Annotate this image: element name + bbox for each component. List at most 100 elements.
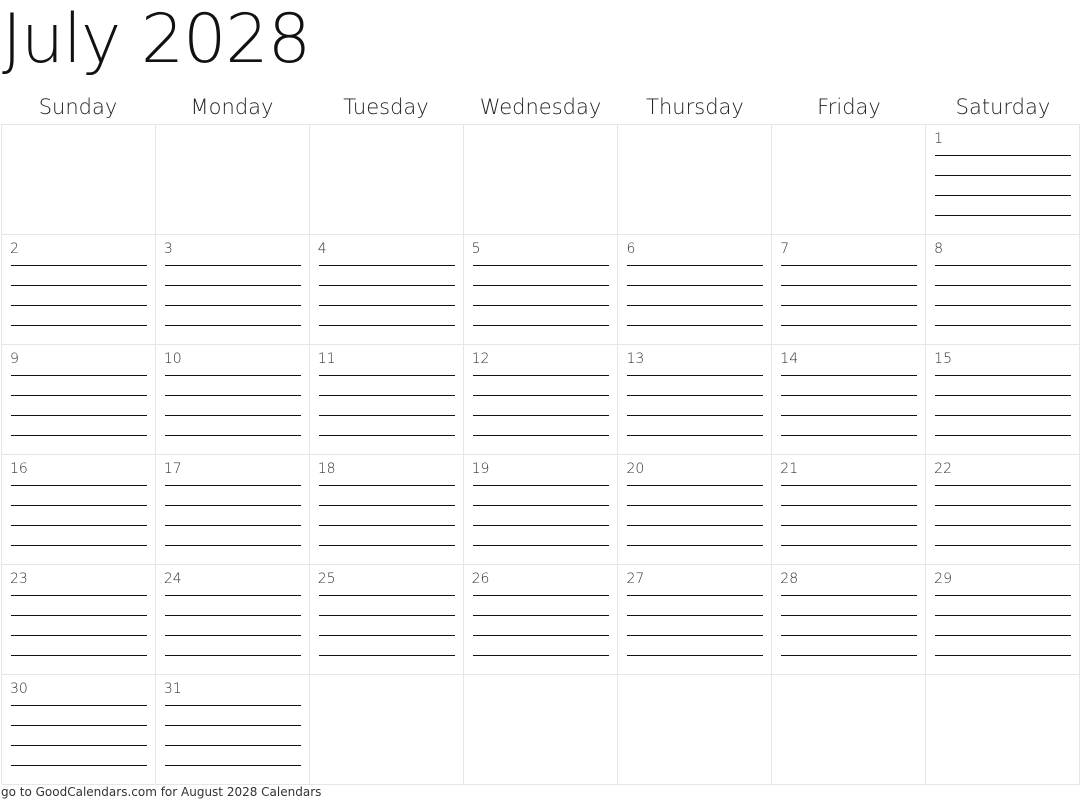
writing-line bbox=[472, 285, 610, 286]
day-cell[interactable]: 24 bbox=[155, 565, 310, 675]
day-cell[interactable]: 30 bbox=[2, 675, 156, 785]
writing-line bbox=[318, 265, 455, 266]
day-number: 7 bbox=[780, 241, 790, 257]
weekday-wednesday: Wednesday bbox=[479, 95, 602, 119]
writing-line bbox=[935, 485, 1072, 486]
writing-line bbox=[11, 485, 147, 486]
writing-line bbox=[318, 395, 455, 396]
writing-line bbox=[472, 395, 610, 396]
day-number: 22 bbox=[934, 461, 952, 477]
writing-line bbox=[627, 525, 764, 526]
empty-cell bbox=[309, 125, 464, 235]
day-cell[interactable]: 3 bbox=[155, 235, 310, 345]
day-cell[interactable]: 19 bbox=[463, 455, 619, 565]
day-cell[interactable]: 29 bbox=[926, 565, 1081, 675]
writing-line bbox=[318, 325, 455, 326]
empty-cell bbox=[772, 125, 927, 235]
writing-line bbox=[935, 265, 1072, 266]
writing-line bbox=[627, 395, 764, 396]
writing-line bbox=[781, 525, 918, 526]
writing-line bbox=[472, 375, 610, 376]
writing-line bbox=[11, 615, 147, 616]
writing-line bbox=[318, 415, 455, 416]
writing-line bbox=[935, 435, 1072, 436]
day-cell[interactable]: 31 bbox=[155, 675, 310, 785]
day-number: 14 bbox=[780, 351, 799, 367]
day-cell[interactable]: 12 bbox=[463, 345, 619, 455]
writing-line bbox=[935, 305, 1072, 306]
day-cell[interactable]: 9 bbox=[2, 345, 156, 455]
day-cell[interactable]: 27 bbox=[618, 565, 773, 675]
day-cell[interactable]: 4 bbox=[309, 235, 464, 345]
writing-line bbox=[781, 505, 918, 506]
writing-line bbox=[11, 725, 147, 726]
day-cell[interactable]: 26 bbox=[463, 565, 619, 675]
day-cell[interactable]: 7 bbox=[772, 235, 927, 345]
writing-line bbox=[318, 375, 455, 376]
writing-line bbox=[781, 545, 918, 546]
day-cell[interactable]: 22 bbox=[926, 455, 1081, 565]
writing-line bbox=[164, 705, 301, 706]
calendar-title: July 2028 bbox=[2, 0, 311, 79]
empty-cell bbox=[2, 125, 156, 235]
weekday-saturday: Saturday bbox=[955, 95, 1051, 119]
writing-line bbox=[318, 635, 455, 636]
writing-line bbox=[11, 765, 147, 766]
writing-line bbox=[935, 155, 1072, 156]
day-number: 6 bbox=[626, 241, 636, 257]
day-number: 12 bbox=[471, 351, 490, 367]
day-cell[interactable]: 28 bbox=[772, 565, 927, 675]
writing-line bbox=[164, 765, 301, 766]
writing-line bbox=[318, 595, 455, 596]
day-cell[interactable]: 20 bbox=[618, 455, 773, 565]
day-cell[interactable]: 18 bbox=[309, 455, 464, 565]
day-cell[interactable]: 23 bbox=[2, 565, 156, 675]
writing-line bbox=[472, 655, 610, 656]
day-cell[interactable]: 5 bbox=[463, 235, 619, 345]
weekday-tuesday: Tuesday bbox=[343, 95, 429, 119]
writing-line bbox=[472, 485, 610, 486]
day-cell[interactable]: 21 bbox=[772, 455, 927, 565]
day-cell[interactable]: 15 bbox=[926, 345, 1081, 455]
writing-line bbox=[627, 285, 764, 286]
day-cell[interactable]: 6 bbox=[618, 235, 773, 345]
day-number: 9 bbox=[10, 351, 19, 367]
writing-line bbox=[627, 505, 764, 506]
day-cell[interactable]: 25 bbox=[309, 565, 464, 675]
week-row: 2 3 4 5 6 7 8 bbox=[2, 235, 1081, 345]
writing-line bbox=[781, 305, 918, 306]
day-number: 24 bbox=[163, 571, 182, 587]
day-cell[interactable]: 11 bbox=[309, 345, 464, 455]
writing-line bbox=[164, 285, 301, 286]
writing-line bbox=[164, 505, 301, 506]
day-number: 2 bbox=[10, 241, 19, 257]
day-cell[interactable]: 2 bbox=[2, 235, 156, 345]
footer-link[interactable]: go to GoodCalendars.com for August 2028 … bbox=[1, 784, 321, 800]
day-cell[interactable]: 16 bbox=[2, 455, 156, 565]
writing-line bbox=[627, 655, 764, 656]
writing-line bbox=[472, 595, 610, 596]
day-number: 21 bbox=[780, 461, 799, 477]
writing-line bbox=[935, 545, 1072, 546]
day-cell[interactable]: 17 bbox=[155, 455, 310, 565]
day-number: 3 bbox=[163, 241, 173, 257]
writing-line bbox=[627, 305, 764, 306]
writing-line bbox=[472, 615, 610, 616]
writing-line bbox=[935, 415, 1072, 416]
writing-line bbox=[935, 655, 1072, 656]
day-cell[interactable]: 8 bbox=[926, 235, 1081, 345]
day-cell[interactable]: 1 bbox=[926, 125, 1081, 235]
day-cell[interactable]: 13 bbox=[618, 345, 773, 455]
writing-line bbox=[935, 635, 1072, 636]
day-number: 5 bbox=[471, 241, 481, 257]
day-cell[interactable]: 14 bbox=[772, 345, 927, 455]
writing-line bbox=[935, 175, 1072, 176]
day-cell[interactable]: 10 bbox=[155, 345, 310, 455]
writing-line bbox=[164, 265, 301, 266]
weekday-sunday: Sunday bbox=[38, 95, 118, 119]
writing-line bbox=[318, 655, 455, 656]
week-row: 30 31 bbox=[2, 675, 1081, 785]
empty-cell bbox=[618, 125, 773, 235]
writing-line bbox=[935, 505, 1072, 506]
writing-line bbox=[935, 595, 1072, 596]
